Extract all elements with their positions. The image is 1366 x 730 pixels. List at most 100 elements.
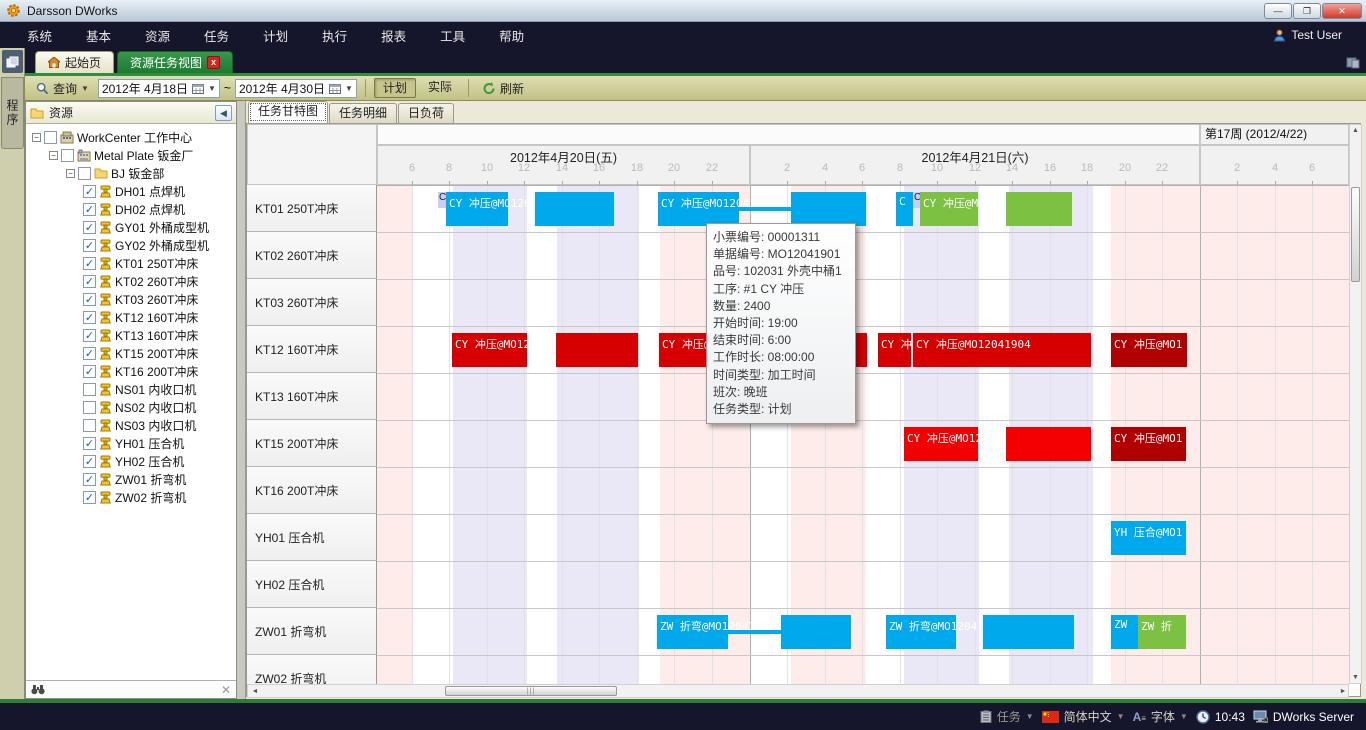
tree-item[interactable]: ✓KT15 200T冲床 bbox=[26, 344, 236, 362]
tab-start-page[interactable]: 起始页 bbox=[35, 51, 114, 73]
checkbox[interactable] bbox=[44, 131, 57, 144]
binoculars-icon[interactable] bbox=[31, 684, 45, 695]
task-bar[interactable]: CY 冲压@MO12041901 bbox=[658, 192, 739, 226]
checkbox[interactable]: ✓ bbox=[83, 473, 96, 486]
task-bar[interactable]: ZW 折弯@MO12041901 bbox=[886, 615, 956, 649]
checkbox[interactable] bbox=[83, 383, 96, 396]
collapse-panel-button[interactable]: ◀ bbox=[215, 105, 232, 121]
tree-item[interactable]: ✓GY02 外桶成型机 bbox=[26, 236, 236, 254]
task-bar[interactable]: ZW 折 bbox=[1138, 615, 1186, 649]
query-button[interactable]: 查询 ▼ bbox=[31, 79, 94, 98]
task-bar[interactable] bbox=[1006, 427, 1091, 461]
horizontal-scroll-thumb[interactable]: ||| bbox=[445, 686, 617, 696]
checkbox[interactable] bbox=[83, 401, 96, 414]
vertical-scroll-thumb[interactable] bbox=[1351, 187, 1360, 282]
task-bar-clipped[interactable]: C bbox=[913, 192, 920, 208]
close-button[interactable]: ✕ bbox=[1322, 3, 1362, 19]
restore-button[interactable]: ❐ bbox=[1293, 3, 1321, 19]
task-bar[interactable]: C bbox=[896, 192, 913, 226]
tree-item[interactable]: NS03 内收口机 bbox=[26, 416, 236, 434]
checkbox[interactable] bbox=[78, 167, 91, 180]
checkbox[interactable] bbox=[83, 419, 96, 432]
checkbox[interactable]: ✓ bbox=[83, 257, 96, 270]
tree-item[interactable]: ✓KT01 250T冲床 bbox=[26, 254, 236, 272]
clear-filter-icon[interactable]: ✕ bbox=[221, 683, 231, 697]
menu-item-6[interactable]: 报表 bbox=[364, 26, 423, 45]
vertical-scrollbar[interactable]: ▲▼ bbox=[1349, 124, 1362, 684]
side-tab-programs[interactable]: 程序 bbox=[1, 77, 24, 149]
tree-item[interactable]: ✓YH02 压合机 bbox=[26, 452, 236, 470]
gantt-tab-1[interactable]: 任务明细 bbox=[329, 103, 397, 123]
layout-icon[interactable] bbox=[1346, 56, 1360, 69]
task-bar[interactable] bbox=[791, 192, 866, 226]
tree-item[interactable]: ✓ZW01 折弯机 bbox=[26, 470, 236, 488]
task-bar[interactable]: CY 冲压@MO12041901 bbox=[446, 192, 508, 226]
tree-item[interactable]: NS02 内收口机 bbox=[26, 398, 236, 416]
expand-collapse-icon[interactable]: − bbox=[66, 169, 75, 178]
panels-icon[interactable] bbox=[2, 50, 23, 73]
task-bar-clipped[interactable]: C bbox=[438, 192, 446, 208]
menu-item-1[interactable]: 基本 bbox=[69, 26, 128, 45]
menu-item-3[interactable]: 任务 bbox=[187, 26, 246, 45]
gantt-tab-2[interactable]: 日负荷 bbox=[398, 103, 454, 123]
checkbox[interactable]: ✓ bbox=[83, 491, 96, 504]
gantt-tab-0[interactable]: 任务甘特图 bbox=[248, 101, 328, 123]
scroll-right-icon[interactable]: ► bbox=[1339, 688, 1347, 695]
checkbox[interactable] bbox=[61, 149, 74, 162]
menu-item-7[interactable]: 工具 bbox=[423, 26, 482, 45]
tree-item[interactable]: ✓KT03 260T冲床 bbox=[26, 290, 236, 308]
scroll-down-icon[interactable]: ▼ bbox=[1350, 674, 1361, 681]
task-bar[interactable]: CY 冲压@MO12041902 bbox=[920, 192, 978, 226]
status-tasks[interactable]: 任务 ▼ bbox=[980, 708, 1034, 725]
checkbox[interactable]: ✓ bbox=[83, 347, 96, 360]
checkbox[interactable]: ✓ bbox=[83, 275, 96, 288]
checkbox[interactable]: ✓ bbox=[83, 311, 96, 324]
tree-item[interactable]: ✓DH02 点焊机 bbox=[26, 200, 236, 218]
task-bar[interactable]: CY 冲压@MO12041904 bbox=[452, 333, 527, 367]
task-bar[interactable]: CY 冲压@MO12041904 bbox=[913, 333, 1091, 367]
expand-collapse-icon[interactable]: − bbox=[32, 133, 41, 142]
tree-item[interactable]: −WorkCenter 工作中心 bbox=[26, 128, 236, 146]
date-from-input[interactable]: 2012年 4月18日 ▼ bbox=[98, 79, 220, 98]
expand-collapse-icon[interactable]: − bbox=[49, 151, 58, 160]
checkbox[interactable]: ✓ bbox=[83, 455, 96, 468]
status-language[interactable]: 简体中文 ▼ bbox=[1042, 708, 1125, 725]
menu-item-5[interactable]: 执行 bbox=[305, 26, 364, 45]
tree-item[interactable]: ✓YH01 压合机 bbox=[26, 434, 236, 452]
horizontal-scrollbar[interactable]: ◄ ||| ► bbox=[247, 684, 1349, 698]
task-bar[interactable] bbox=[1006, 192, 1072, 226]
tree-item[interactable]: −BJ 钣金部 bbox=[26, 164, 236, 182]
task-bar[interactable] bbox=[556, 333, 638, 367]
task-bar[interactable]: CY 冲压@MO1 bbox=[1111, 427, 1186, 461]
tab-resource-task-view[interactable]: 资源任务视图 x bbox=[117, 51, 233, 73]
checkbox[interactable]: ✓ bbox=[83, 203, 96, 216]
task-bar[interactable]: ZW bbox=[1111, 615, 1138, 649]
scroll-up-icon[interactable]: ▲ bbox=[1350, 127, 1361, 134]
minimize-button[interactable]: — bbox=[1264, 3, 1292, 19]
chevron-down-icon[interactable]: ▼ bbox=[345, 84, 353, 93]
checkbox[interactable]: ✓ bbox=[83, 293, 96, 306]
task-bar[interactable]: YH 压合@MO1 bbox=[1111, 521, 1186, 555]
task-bar[interactable] bbox=[983, 615, 1074, 649]
tab-close-icon[interactable]: x bbox=[207, 56, 220, 69]
scroll-left-icon[interactable]: ◄ bbox=[251, 688, 259, 695]
menu-item-8[interactable]: 帮助 bbox=[482, 26, 541, 45]
menu-item-2[interactable]: 资源 bbox=[128, 26, 187, 45]
checkbox[interactable]: ✓ bbox=[83, 365, 96, 378]
task-bar[interactable] bbox=[781, 615, 851, 649]
tree-item[interactable]: ✓KT12 160T冲床 bbox=[26, 308, 236, 326]
task-bar[interactable]: CY 冲 bbox=[878, 333, 911, 367]
checkbox[interactable]: ✓ bbox=[83, 185, 96, 198]
checkbox[interactable]: ✓ bbox=[83, 239, 96, 252]
status-font[interactable]: A≡ 字体 ▼ bbox=[1133, 708, 1188, 725]
tree-item[interactable]: ✓KT16 200T冲床 bbox=[26, 362, 236, 380]
checkbox[interactable]: ✓ bbox=[83, 221, 96, 234]
tree-item[interactable]: ✓ZW02 折弯机 bbox=[26, 488, 236, 506]
menu-item-0[interactable]: 系统 bbox=[10, 26, 69, 45]
task-bar[interactable] bbox=[535, 192, 614, 226]
chevron-down-icon[interactable]: ▼ bbox=[208, 84, 216, 93]
tree-item[interactable]: ✓DH01 点焊机 bbox=[26, 182, 236, 200]
checkbox[interactable]: ✓ bbox=[83, 437, 96, 450]
task-bar[interactable]: CY 冲压@MO12041903 bbox=[904, 427, 978, 461]
checkbox[interactable]: ✓ bbox=[83, 329, 96, 342]
